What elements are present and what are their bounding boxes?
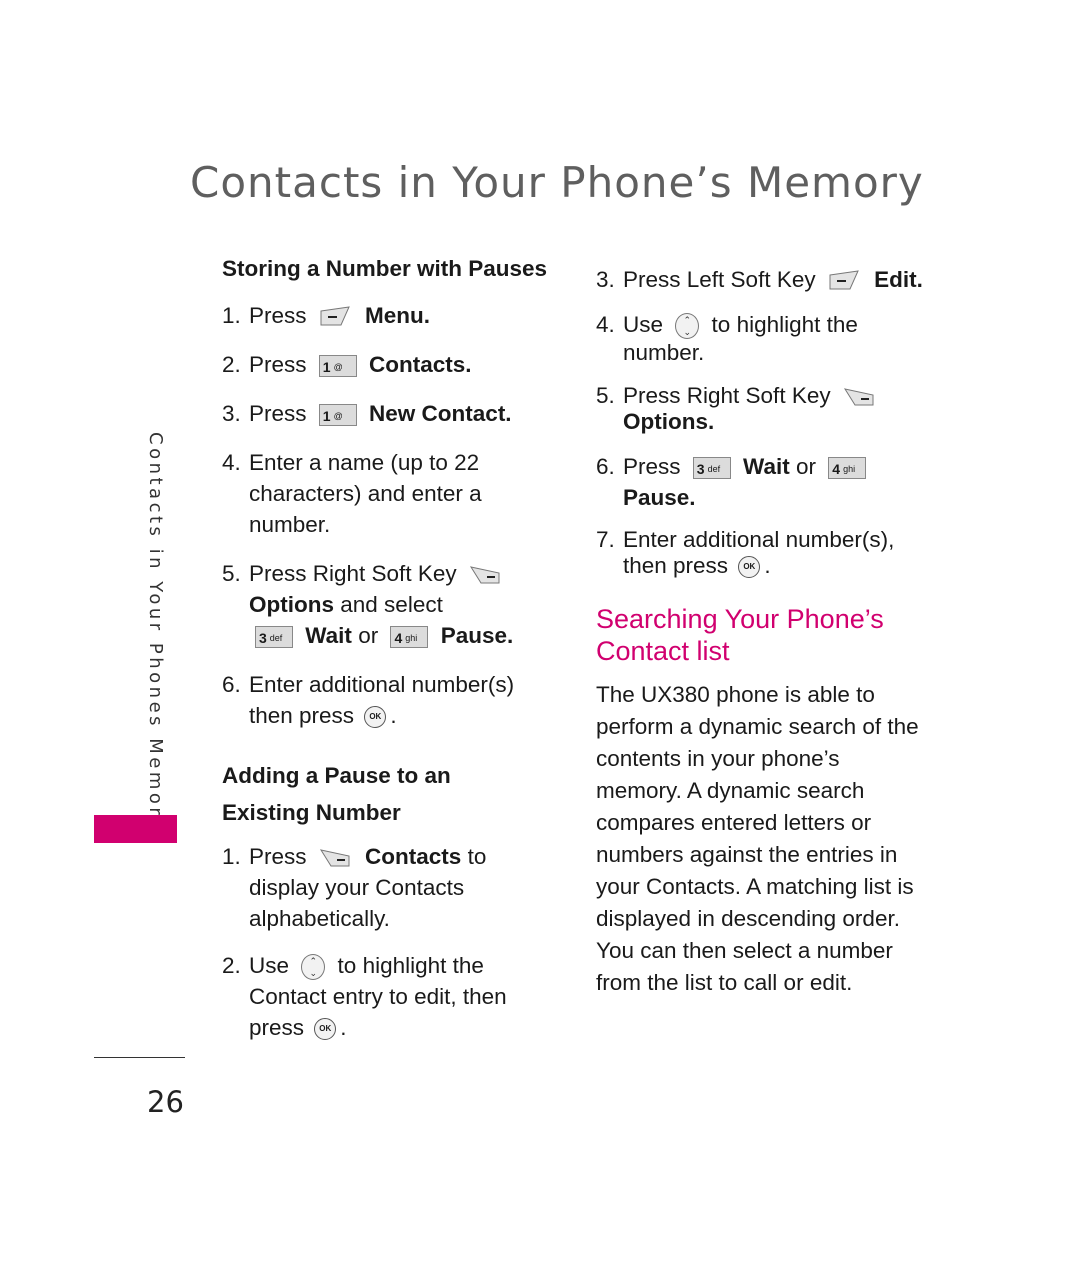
- step-edit-3: 3. Press Left Soft Key Edit.: [596, 264, 926, 295]
- punctuation: .: [340, 1015, 347, 1040]
- step-edit-1: 1. Press Contacts to display your Contac…: [222, 841, 562, 934]
- step-text: Press: [249, 303, 307, 328]
- options-label: Options: [249, 592, 334, 617]
- punctuation: .: [390, 703, 397, 728]
- page-number: 26: [147, 1085, 184, 1119]
- wait-label: Wait: [743, 454, 790, 480]
- pause-label: Pause.: [440, 623, 514, 648]
- step-text: Press Left Soft Key: [623, 267, 816, 292]
- step-4: 4. Enter a name (up to 22 characters) an…: [222, 447, 562, 540]
- heading-adding-pause: Adding a Pause to an Existing Number: [222, 763, 451, 825]
- step-text: Press: [249, 401, 307, 426]
- ok-key-icon: OK: [314, 1018, 337, 1041]
- ok-key-icon: OK: [738, 556, 761, 579]
- step-edit-5: 5. Press Right Soft Key Options.: [596, 383, 926, 435]
- ok-key-icon: OK: [364, 706, 387, 729]
- contacts-label: Contacts.: [369, 352, 472, 377]
- step-number: 3.: [222, 401, 241, 426]
- step-text: Press: [249, 844, 307, 869]
- step-text: Use: [249, 953, 290, 978]
- step-1: 1. Press Menu.: [222, 300, 562, 331]
- menu-label: Menu.: [365, 303, 431, 328]
- step-edit-7: 7. Enter additional number(s), then pres…: [596, 527, 926, 579]
- step-5: 5. Press Right Soft Key Options and sele…: [222, 558, 562, 651]
- step-number: 5.: [222, 561, 241, 586]
- heading-searching-contacts: Searching Your Phone’s Contact list: [596, 604, 884, 667]
- step-edit-4: 4. Use ⌃ ⌄ to highlight the number.: [596, 311, 926, 367]
- nav-key-icon: ⌃ ⌄: [675, 313, 700, 340]
- step-text: Press Right Soft Key: [249, 561, 457, 586]
- step-text: Press: [623, 454, 681, 480]
- right-soft-key-icon: [843, 388, 874, 406]
- search-description: The UX380 phone is able to perform a dyn…: [596, 682, 919, 996]
- step-number: 1.: [222, 303, 241, 328]
- step-text: Press: [249, 352, 307, 377]
- section-tab-marker: [94, 815, 177, 843]
- page-title: Contacts in Your Phone’s Memory: [190, 158, 924, 207]
- right-soft-key-icon: [469, 566, 500, 584]
- pause-label: Pause.: [623, 485, 696, 511]
- step-6: 6. Enter additional number(s) then press…: [222, 669, 562, 731]
- step-3: 3. Press 1 @ New Contact.: [222, 398, 562, 429]
- step-number: 7.: [596, 527, 615, 553]
- step-number: 4.: [222, 450, 241, 475]
- key-4-icon: 4 ghi: [828, 457, 867, 480]
- step-number: 2.: [222, 352, 241, 377]
- left-soft-key-icon: [320, 306, 350, 326]
- step-number: 5.: [596, 383, 615, 409]
- left-column: Storing a Number with Pauses 1. Press Me…: [222, 253, 562, 1043]
- side-section-label: Contacts in Your Phones Memory: [145, 432, 166, 833]
- right-soft-key-icon: [319, 849, 350, 867]
- step-edit-6: 6. Press 3 def Wait or 4 ghi Pause.: [596, 451, 926, 513]
- step-text: or: [358, 623, 379, 648]
- new-contact-label: New Contact.: [369, 401, 512, 426]
- step-text: and select: [340, 592, 443, 617]
- nav-key-icon: ⌃ ⌄: [301, 954, 326, 981]
- edit-label: Edit.: [874, 267, 923, 292]
- key-4-icon: 4 ghi: [390, 626, 429, 649]
- options-label: Options.: [623, 409, 715, 435]
- step-number: 1.: [222, 844, 241, 869]
- punctuation: .: [764, 553, 771, 579]
- step-text: Press Right Soft Key: [623, 383, 831, 409]
- step-edit-2: 2. Use ⌃ ⌄ to highlight the Contact entry…: [222, 950, 562, 1043]
- key-3-icon: 3 def: [255, 626, 293, 649]
- key-1-icon: 1 @: [318, 355, 357, 378]
- step-number: 4.: [596, 312, 615, 337]
- step-text: Use: [623, 312, 664, 337]
- step-2: 2. Press 1 @ Contacts.: [222, 349, 562, 380]
- left-soft-key-icon: [829, 270, 859, 290]
- heading-storing-pauses: Storing a Number with Pauses: [222, 256, 548, 281]
- step-number: 6.: [596, 454, 615, 480]
- footer-rule: [94, 1057, 185, 1058]
- step-number: 2.: [222, 953, 241, 978]
- step-text: or: [795, 454, 816, 480]
- step-number: 6.: [222, 672, 241, 697]
- wait-label: Wait: [305, 623, 352, 648]
- step-text: Enter a name (up to 22 characters) and e…: [249, 450, 482, 537]
- step-number: 3.: [596, 267, 615, 292]
- key-3-icon: 3 def: [692, 457, 731, 480]
- right-column: 3. Press Left Soft Key Edit. 4. Use ⌃ ⌄ t…: [596, 264, 926, 999]
- key-1-icon: 1 @: [318, 404, 357, 427]
- contacts-label: Contacts: [365, 844, 462, 869]
